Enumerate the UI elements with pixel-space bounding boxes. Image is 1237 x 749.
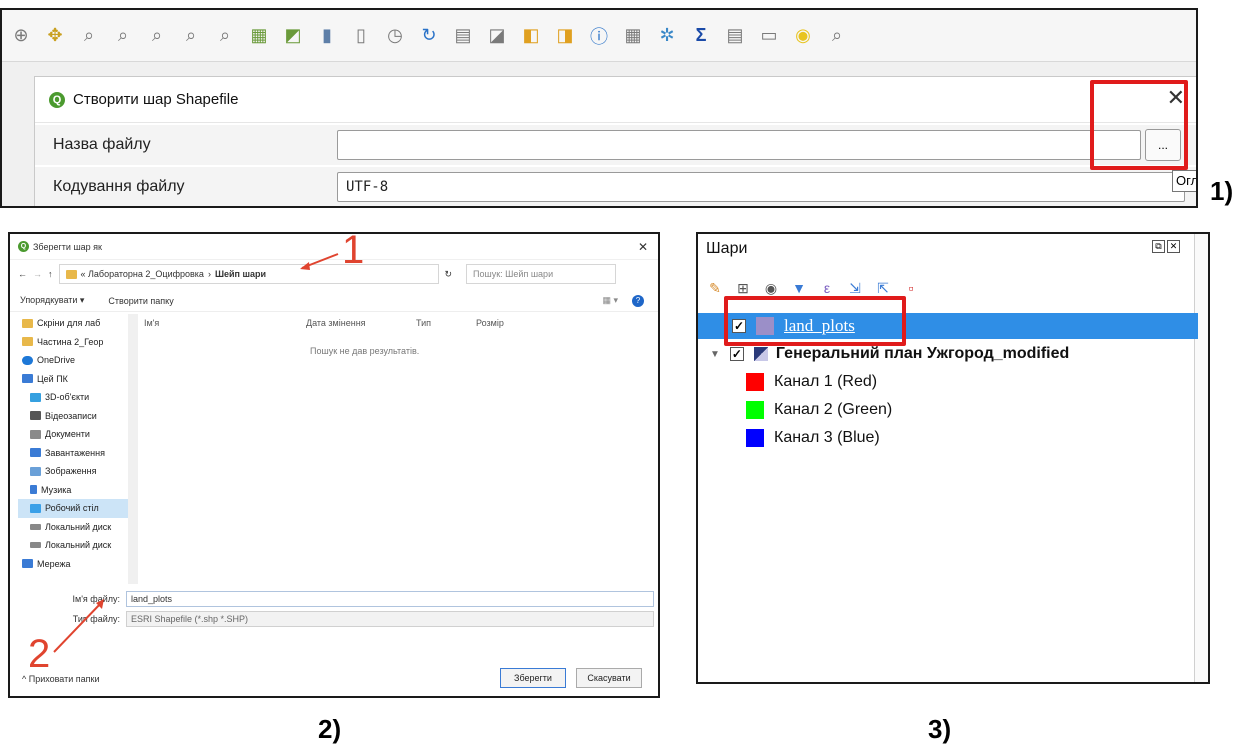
- encoding-select[interactable]: UTF-8: [337, 172, 1185, 202]
- create-shapefile-dialog: Q Створити шар Shapefile ✕ Назва файлу .…: [34, 76, 1196, 206]
- arrow-one-head: [300, 262, 310, 270]
- band-color-swatch: [746, 373, 764, 391]
- band-row-blue: Канал 3 (Blue): [698, 425, 880, 451]
- style-brush-icon[interactable]: ✎: [706, 279, 724, 297]
- zoom-selection-icon[interactable]: ▦: [244, 21, 274, 51]
- dialog-title-bar: Q Створити шар Shapefile: [35, 77, 1196, 123]
- band-label: Канал 3 (Blue): [774, 429, 880, 446]
- dialog-title: Створити шар Shapefile: [73, 91, 239, 108]
- caption-two: 2): [318, 714, 342, 744]
- caption-one: 1): [1210, 176, 1234, 206]
- band-color-swatch: [746, 401, 764, 419]
- zoom-full-icon[interactable]: ⌕: [176, 21, 206, 51]
- layer-name-label[interactable]: Генеральний план Ужгород_modified: [776, 345, 1069, 363]
- layers-panel: Шари ⧉ ✕ ✎ ⊞ ◉ ▼ ε ⇲ ⇱ ▫ ✓ land_plots ▼ …: [696, 232, 1210, 684]
- pan-map-icon[interactable]: ✥: [40, 21, 70, 51]
- zoom-last-icon[interactable]: ◩: [278, 21, 308, 51]
- close-panel-icon[interactable]: ✕: [1167, 240, 1180, 253]
- encoding-label: Кодування файлу: [53, 178, 185, 195]
- zoom-layer-icon[interactable]: ⌕: [210, 21, 240, 51]
- attribute-table-icon[interactable]: ▦: [618, 21, 648, 51]
- annotation-arrows: [53, 253, 339, 653]
- settings-gear-icon[interactable]: ✲: [652, 21, 682, 51]
- layers-panel-title: Шари: [706, 240, 748, 257]
- filter-funnel-icon[interactable]: ▼: [790, 279, 808, 297]
- highlight-browse-box: [1090, 80, 1188, 170]
- visibility-eye-icon[interactable]: ◉: [762, 279, 780, 297]
- refresh-icon[interactable]: ↻: [414, 21, 444, 51]
- expand-all-icon[interactable]: ⇲: [846, 279, 864, 297]
- float-panel-icon[interactable]: ⧉: [1152, 240, 1165, 253]
- file-name-label: Назва файлу: [53, 136, 151, 153]
- search-icon[interactable]: ⌕: [822, 21, 852, 51]
- identify-icon[interactable]: ⊕: [6, 21, 36, 51]
- qgis-toolbar: ⊕ ✥ ⌕ ⌕ ⌕ ⌕ ⌕ ▦ ◩ ▮ ▯ ◷ ↻ ▤ ◪ ◧ ◨ ⓘ ▦ ✲ …: [2, 10, 1196, 62]
- panel-splitter[interactable]: [1194, 234, 1208, 682]
- filter-expression-icon[interactable]: ε: [818, 279, 836, 297]
- band-label: Канал 1 (Red): [774, 373, 878, 390]
- deselect-icon[interactable]: ◪: [482, 21, 512, 51]
- band-label: Канал 2 (Green): [774, 401, 893, 418]
- arrow-two-line: [53, 601, 103, 653]
- layers-panel-header: Шари: [698, 234, 1208, 264]
- raster-layer-icon: [753, 347, 768, 361]
- statistics-sigma-icon[interactable]: Σ: [686, 21, 716, 51]
- temporal-clock-icon[interactable]: ◷: [380, 21, 410, 51]
- map-tips-icon[interactable]: ◉: [788, 21, 818, 51]
- zoom-in-icon[interactable]: ⌕: [74, 21, 104, 51]
- measure-icon[interactable]: ▤: [720, 21, 750, 51]
- file-name-input[interactable]: [337, 130, 1141, 160]
- highlight-layer-box: [724, 296, 906, 346]
- band-color-swatch: [746, 429, 764, 447]
- new-bookmark-icon[interactable]: ▮: [312, 21, 342, 51]
- select-location-icon[interactable]: ◨: [550, 21, 580, 51]
- qgis-logo-icon: Q: [49, 91, 65, 108]
- zoom-native-icon[interactable]: ⌕: [142, 21, 172, 51]
- identify-features-icon[interactable]: ⓘ: [584, 21, 614, 51]
- layer-visibility-checkbox[interactable]: ✓: [729, 347, 744, 361]
- select-features-icon[interactable]: ▤: [448, 21, 478, 51]
- caption-three: 3): [928, 714, 952, 744]
- band-row-red: Канал 1 (Red): [698, 369, 877, 395]
- create-shapefile-panel: ⊕ ✥ ⌕ ⌕ ⌕ ⌕ ⌕ ▦ ◩ ▮ ▯ ◷ ↻ ▤ ◪ ◧ ◨ ⓘ ▦ ✲ …: [0, 8, 1198, 208]
- add-group-icon[interactable]: ⊞: [734, 279, 752, 297]
- save-layer-dialog: Q Зберегти шар як ✕ ← → ↑ « Лабораторна …: [8, 232, 660, 698]
- ruler-icon[interactable]: ▭: [754, 21, 784, 51]
- select-by-value-icon[interactable]: ◧: [516, 21, 546, 51]
- collapse-all-icon[interactable]: ⇱: [874, 279, 892, 297]
- band-row-green: Канал 2 (Green): [698, 397, 892, 423]
- expand-chevron-icon[interactable]: ▼: [710, 349, 720, 360]
- panel-controls: ⧉ ✕: [1152, 240, 1180, 253]
- remove-layer-icon[interactable]: ▫: [902, 279, 920, 297]
- show-bookmarks-icon[interactable]: ▯: [346, 21, 376, 51]
- zoom-out-icon[interactable]: ⌕: [108, 21, 138, 51]
- browse-tooltip: Огл: [1172, 170, 1196, 192]
